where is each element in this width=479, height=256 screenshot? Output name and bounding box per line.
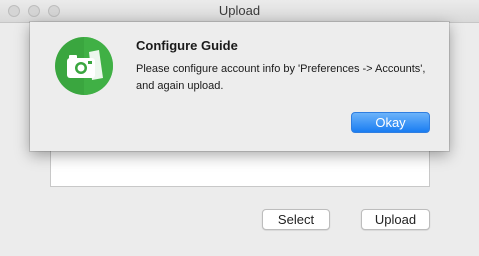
- title-bar: Upload: [0, 0, 479, 23]
- upload-button[interactable]: Upload: [361, 209, 430, 230]
- window-title: Upload: [218, 3, 261, 18]
- select-button[interactable]: Select: [262, 209, 330, 230]
- upload-window: Upload Select Upload Configure Guide Ple…: [0, 0, 479, 256]
- configure-guide-dialog: Configure Guide Please configure account…: [30, 22, 449, 151]
- okay-button[interactable]: Okay: [351, 112, 430, 133]
- dialog-message: Please configure account info by 'Prefer…: [136, 63, 426, 92]
- camera-app-icon: [54, 36, 114, 96]
- dialog-title: Configure Guide: [136, 38, 238, 53]
